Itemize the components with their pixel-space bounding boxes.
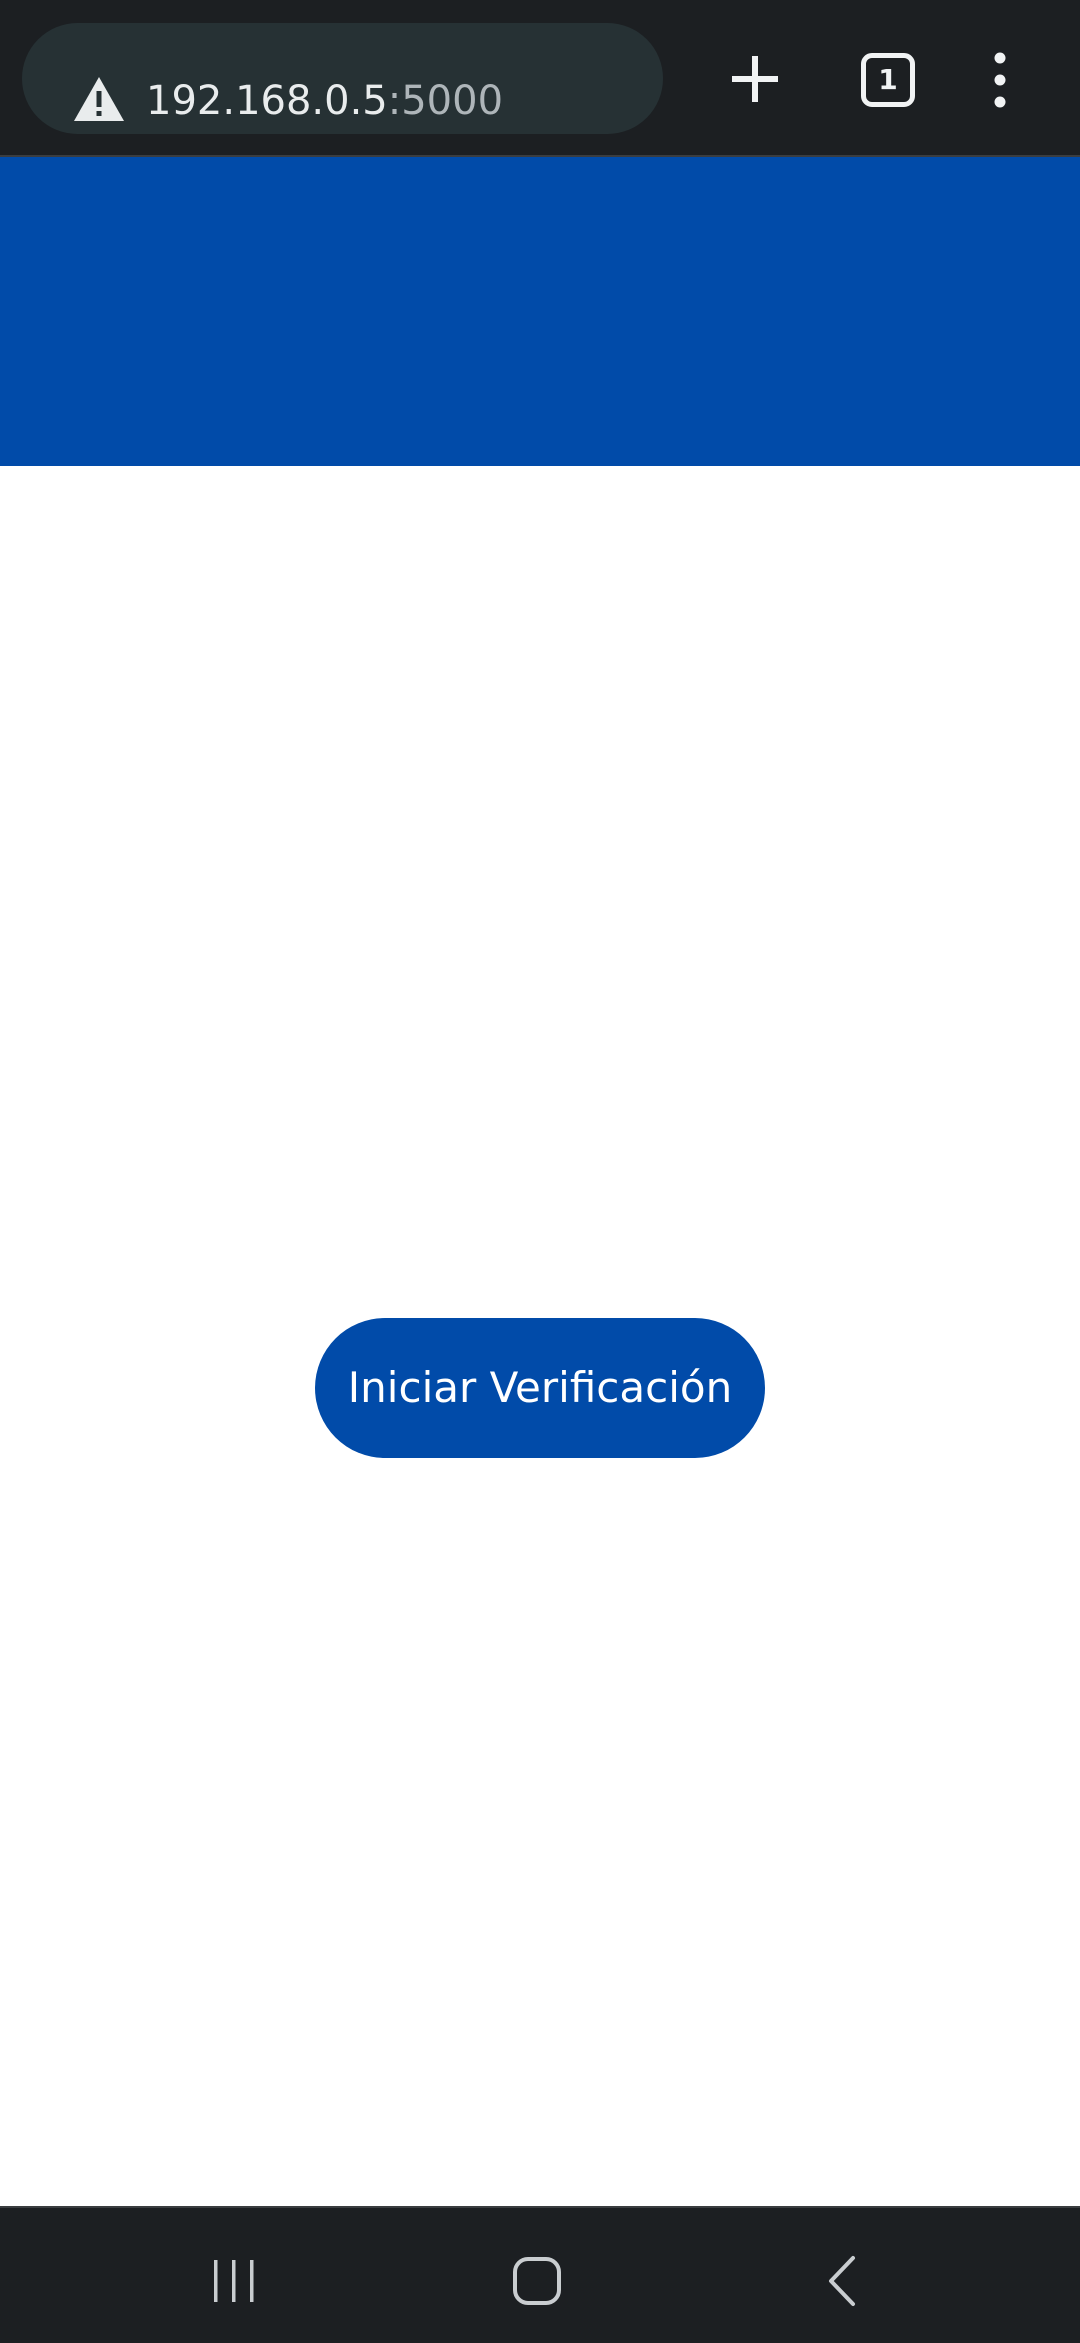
tab-switcher-button[interactable]: 1	[861, 53, 915, 107]
url-text[interactable]: 192.168.0.5:5000	[146, 73, 503, 129]
tab-count: 1	[878, 63, 898, 96]
vertical-dots-icon[interactable]	[984, 50, 1016, 110]
start-verification-button[interactable]: Iniciar Verificación	[315, 1318, 765, 1458]
url-port: :5000	[387, 78, 504, 124]
system-navigation-bar	[0, 2206, 1080, 2343]
browser-toolbar: 192.168.0.5:5000 1	[0, 0, 1080, 157]
address-bar[interactable]: 192.168.0.5:5000	[22, 23, 663, 134]
back-icon[interactable]	[823, 2254, 859, 2308]
warning-triangle-icon[interactable]	[72, 75, 126, 123]
home-icon[interactable]	[512, 2256, 562, 2306]
page-header-banner	[0, 157, 1080, 466]
recent-apps-icon[interactable]	[210, 2258, 258, 2304]
plus-icon[interactable]	[725, 45, 785, 113]
url-host: 192.168.0.5	[146, 78, 388, 124]
